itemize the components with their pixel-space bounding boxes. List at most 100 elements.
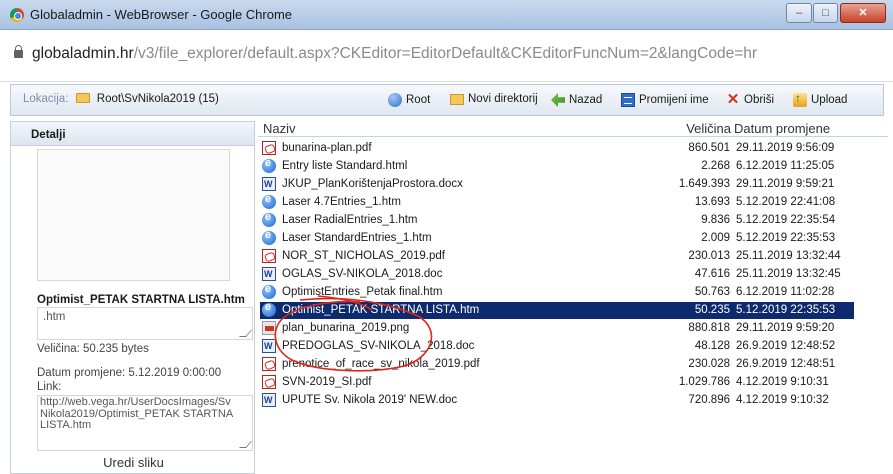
word-icon [262,267,276,281]
url-host: globaladmin.hr [32,45,134,62]
file-size: 720.896 [688,394,730,406]
edit-image-button[interactable]: Uredi sliku [11,455,256,470]
extension-textarea[interactable]: .htm [37,307,253,340]
word-icon [262,177,276,191]
details-size: Veličina: 50.235 bytes [37,343,149,355]
file-row[interactable]: SVN-2019_SI.pdf 1.029.786 4.12.2019 9:10:3… [258,374,888,391]
delete-button-label: Obriši [744,94,775,106]
html-icon [262,193,276,209]
minimize-button[interactable]: – [786,3,812,23]
column-size[interactable]: Veličina [673,121,731,136]
url-path: /v3/file_explorer/default.aspx?CKEditor=… [133,45,758,62]
file-row[interactable]: NOR_ST_NICHOLAS_2019.pdf 230.013 25.11.201… [258,248,888,265]
pdf-icon [262,375,276,389]
file-row[interactable]: UPUTE Sv. Nikola 2019' NEW.doc 720.896 4.1… [258,392,888,409]
file-name: plan_bunarina_2019.png [282,322,410,334]
file-name: prenotice_of_race_sv_nikola_2019.pdf [282,358,480,370]
file-name: Laser 4.7Entries_1.htm [282,196,401,208]
resize-handle-icon[interactable] [239,441,252,448]
window-title-bar: Globaladmin - WebBrowser - Google Chrome… [0,0,893,30]
url-text[interactable]: globaladmin.hr/v3/file_explorer/default.… [32,45,757,63]
address-bar[interactable]: globaladmin.hr/v3/file_explorer/default.… [0,30,893,82]
file-date: 4.12.2019 9:10:31 [736,376,829,388]
column-date[interactable]: Datum promjene [734,121,830,136]
file-date: 5.12.2019 22:35:54 [736,214,836,226]
upload-button[interactable]: Upload [793,91,848,107]
new-directory-button[interactable]: Novi direktorij [450,93,538,105]
file-date: 4.12.2019 9:10:32 [736,394,829,406]
link-textarea[interactable]: http://web.vega.hr/UserDocsImages/SvNiko… [37,395,253,451]
close-button[interactable]: ✕ [840,3,886,23]
file-size: 1.649.393 [678,178,730,190]
maximize-button[interactable]: □ [813,3,838,23]
file-row[interactable]: Entry liste Standard.html 2.268 6.12.2019 … [258,157,888,175]
file-size: 2.268 [701,160,730,172]
file-name: bunarina-plan.pdf [282,142,372,154]
details-header: Detalji [11,122,254,146]
file-name: PREDOGLAS_SV-NIKOLA_2018.doc [282,340,475,352]
file-row[interactable]: bunarina-plan.pdf 860.501 29.11.2019 9:56:… [258,140,888,157]
new-folder-icon [450,93,464,105]
location-path[interactable]: Root\SvNikola2019 (15) [97,93,219,105]
file-date: 25.11.2019 13:32:44 [736,250,841,262]
file-size: 880.818 [688,322,730,334]
column-name[interactable]: Naziv [263,121,296,136]
html-icon [262,211,276,227]
pdf-icon [262,357,276,371]
file-name: SVN-2019_SI.pdf [282,376,372,388]
file-date: 5.12.2019 22:35:53 [736,232,836,244]
resize-handle-icon[interactable] [239,330,252,337]
file-row[interactable]: JKUP_PlanKorištenjaProstora.docx 1.649.39… [258,176,888,193]
details-link: http://web.vega.hr/UserDocsImages/SvNiko… [40,396,233,431]
details-link-label: Link: [37,381,62,393]
file-date: 26.9.2019 12:48:52 [736,340,836,352]
file-row[interactable]: plan_bunarina_2019.png 880.818 29.11.2019 … [258,320,888,337]
file-name: NOR_ST_NICHOLAS_2019.pdf [282,250,445,262]
file-size: 2.009 [701,232,730,244]
image-icon [262,321,276,335]
upload-button-label: Upload [811,94,848,106]
word-icon [262,393,276,407]
file-row[interactable]: PREDOGLAS_SV-NIKOLA_2018.doc 48.128 26.9.2… [258,338,888,355]
file-row[interactable]: Laser RadialEntries_1.htm 9.836 5.12.2019 … [258,211,888,229]
delete-button[interactable]: ✕ Obriši [726,92,775,107]
rename-icon [621,93,635,107]
html-icon [262,229,276,245]
chrome-icon [10,8,24,22]
back-button-label: Nazad [569,94,603,106]
root-icon [388,93,402,107]
file-size: 860.501 [688,142,730,154]
location-breadcrumb: Lokacija: Root\SvNikola2019 (15) [23,93,219,105]
back-button[interactable]: Nazad [551,93,602,107]
file-row-selected[interactable]: Optimist_PETAK STARTNA LISTA.htm 50.235 5.… [258,301,888,319]
details-panel: Detalji Optimist_PETAK STARTNA LISTA.htm… [10,121,255,474]
file-row[interactable]: OptimistEntries_Petak final.htm 50.763 6.1… [258,283,888,301]
pdf-icon [262,249,276,263]
file-size: 230.013 [688,250,730,262]
file-date: 25.11.2019 13:32:45 [736,268,841,280]
file-row[interactable]: Laser StandardEntries_1.htm 2.009 5.12.201… [258,229,888,247]
pdf-icon [262,141,276,155]
file-explorer-toolbar: Lokacija: Root\SvNikola2019 (15) Root No… [10,84,884,116]
details-modified: Datum promjene: 5.12.2019 0:00:00 [37,367,222,379]
upload-icon [793,91,807,107]
new-directory-label: Novi direktorij [468,93,538,105]
html-icon [262,157,276,173]
file-date: 5.12.2019 22:35:53 [736,304,836,316]
window-title: Globaladmin - WebBrowser - Google Chrome [30,7,293,22]
location-label: Lokacija: [23,93,69,105]
rename-button[interactable]: Promijeni ime [621,93,709,107]
file-row[interactable]: OGLAS_SV-NIKOLA_2018.doc 47.616 25.11.2019… [258,266,888,283]
details-extension: .htm [43,311,66,323]
file-row[interactable]: prenotice_of_race_sv_nikola_2019.pdf 230.… [258,356,888,373]
file-row[interactable]: Laser 4.7Entries_1.htm 13.693 5.12.2019 22… [258,193,888,211]
file-size: 48.128 [694,340,730,352]
file-name: Laser RadialEntries_1.htm [282,214,418,226]
root-button[interactable]: Root [388,93,430,107]
file-date: 6.12.2019 11:25:05 [736,160,835,172]
lock-icon[interactable] [14,45,23,58]
file-name: Laser StandardEntries_1.htm [282,232,432,244]
file-date: 6.12.2019 11:02:28 [736,286,835,298]
file-name: OGLAS_SV-NIKOLA_2018.doc [282,268,443,280]
file-name: Entry liste Standard.html [282,160,408,172]
